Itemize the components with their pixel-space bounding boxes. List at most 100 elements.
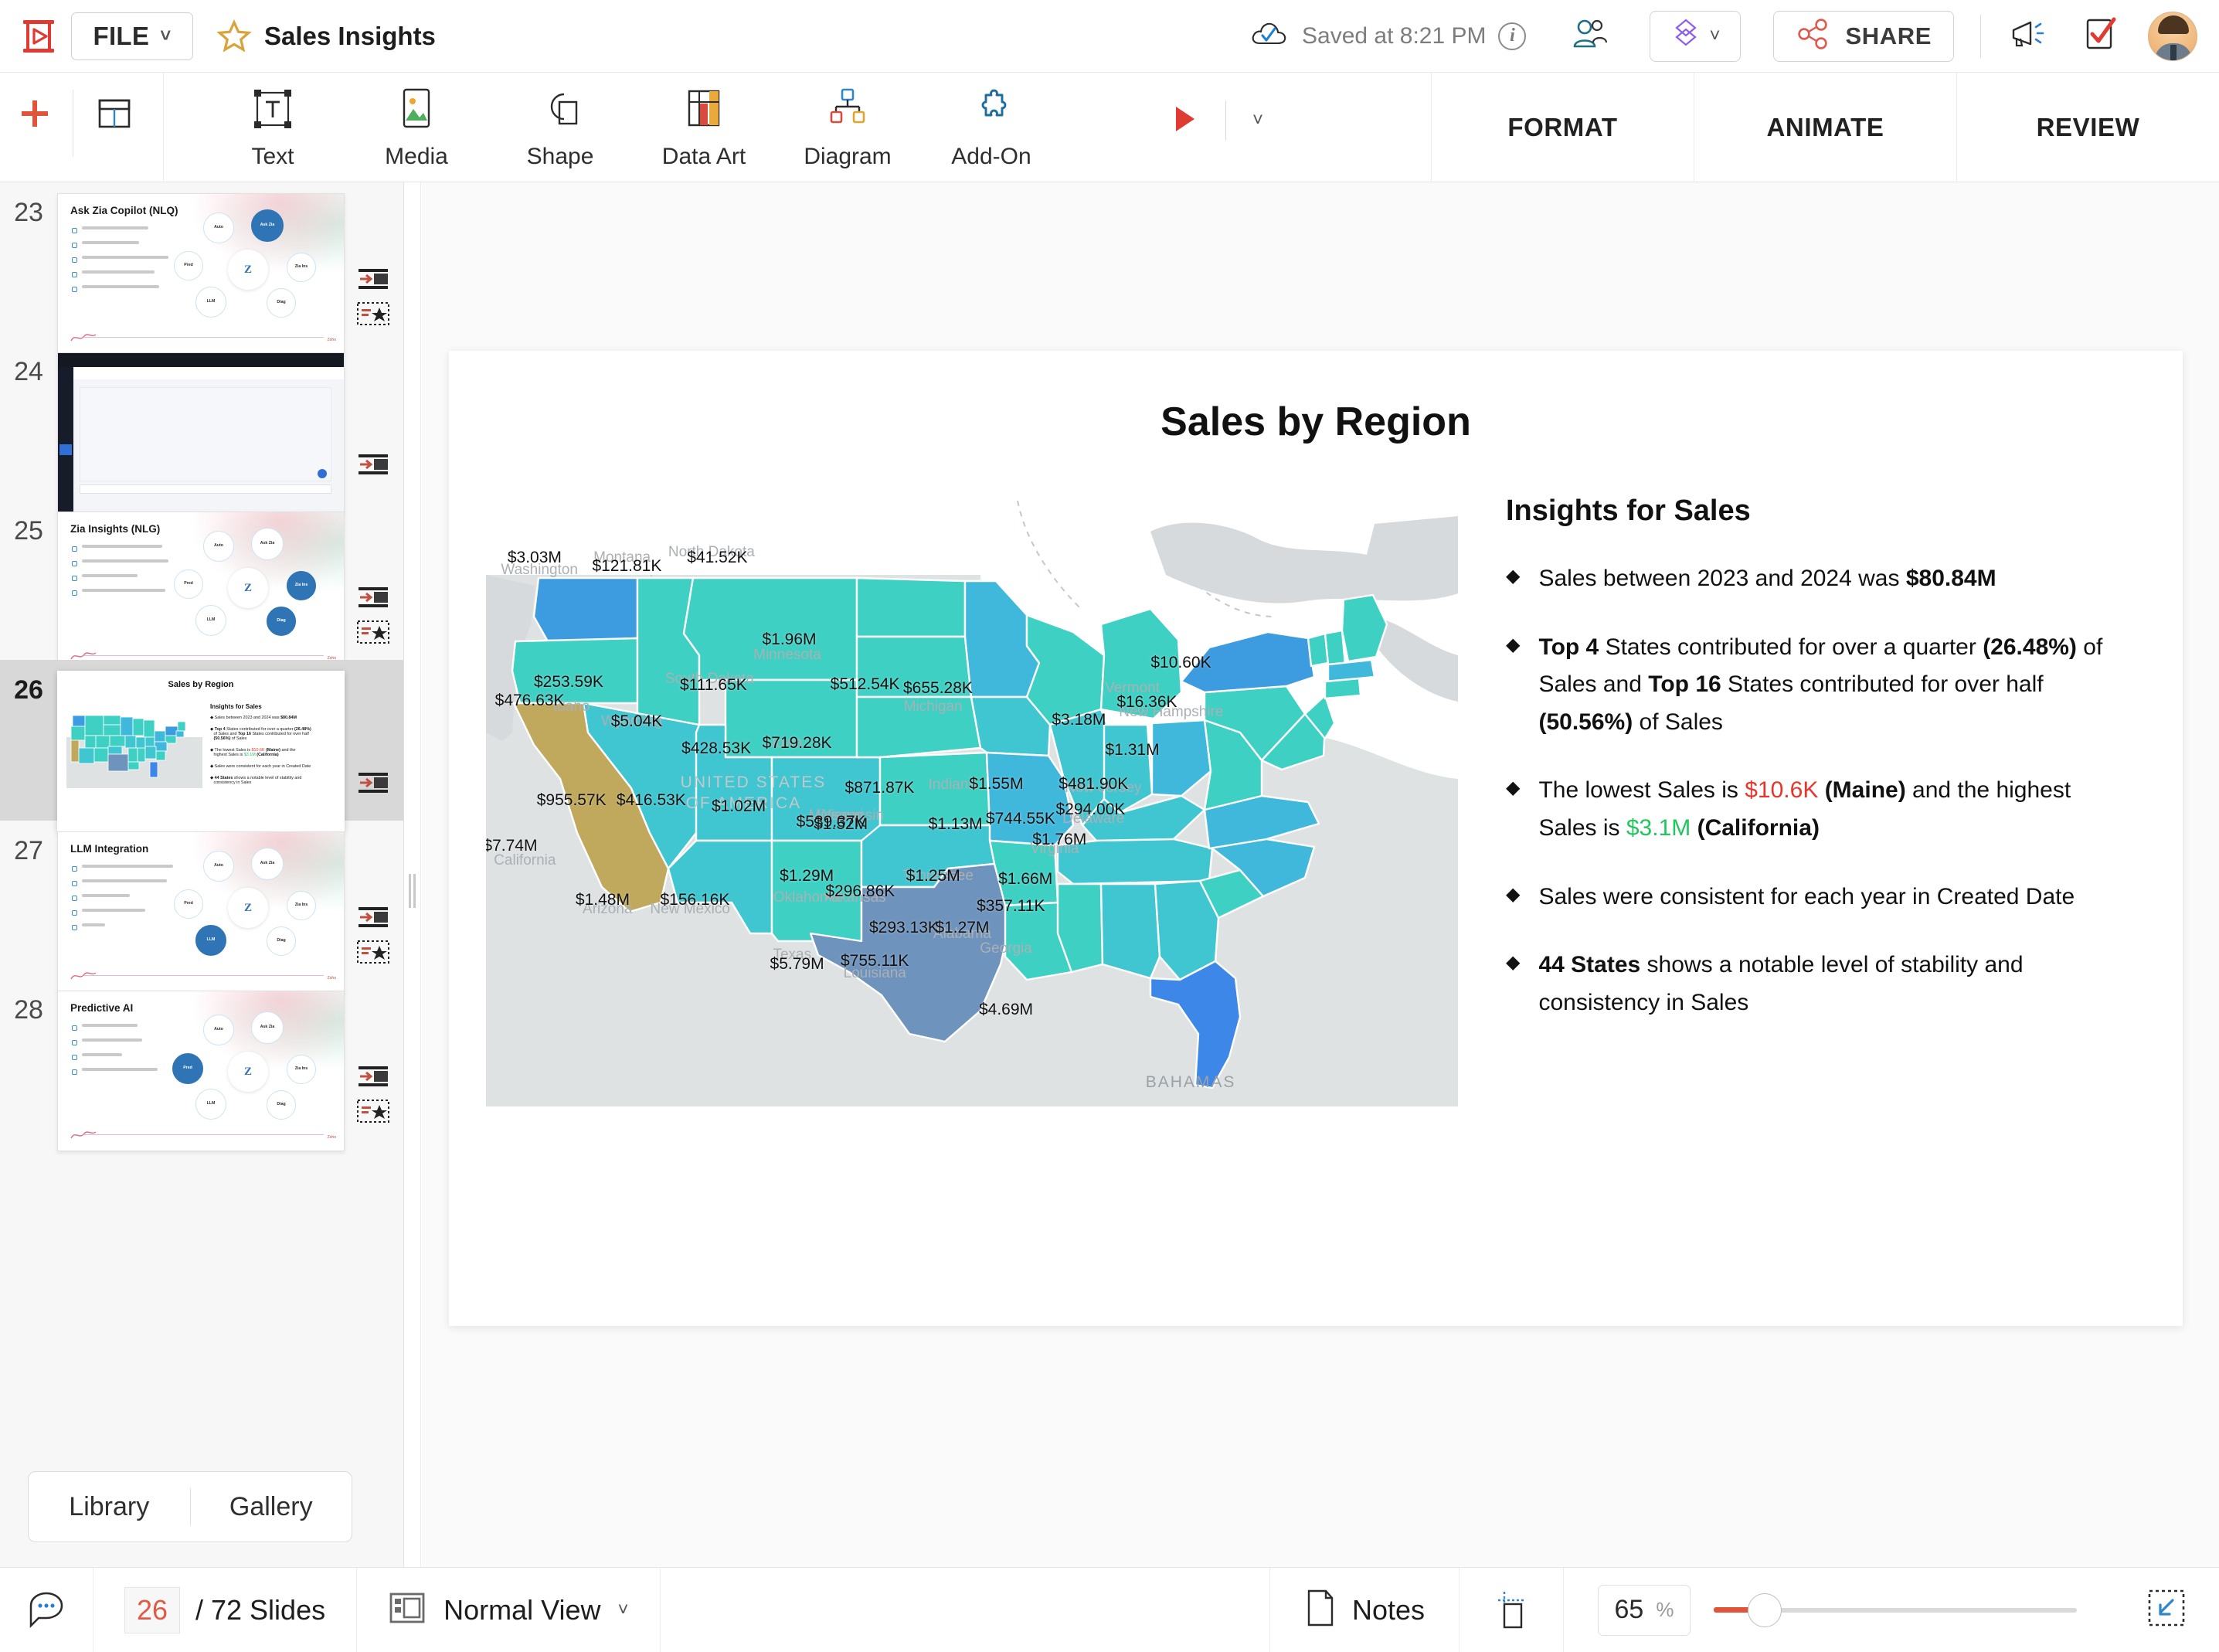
map-watermark: UNITED STATES: [681, 773, 827, 792]
slide-preview[interactable]: Ask Zia Copilot (NLQ) Z Auto Ask Zia Pre…: [57, 193, 345, 354]
insight-text: Sales between 2023 and 2024 was $80.84M: [1538, 560, 1996, 598]
document-title[interactable]: Sales Insights: [264, 22, 436, 51]
layers-button[interactable]: ˅: [1650, 11, 1741, 62]
slider-knob[interactable]: [1748, 1593, 1782, 1627]
tab-library[interactable]: Library: [29, 1492, 190, 1522]
slide-thumb-27[interactable]: 27 LLM Integration Z Auto Ask Zia Pred Z…: [0, 821, 403, 980]
splitter-grip[interactable]: [409, 874, 416, 908]
slide-badges: [345, 906, 402, 980]
slide-number: 27: [0, 831, 57, 980]
megaphone-icon[interactable]: [2007, 16, 2051, 56]
slide-animation-icon: [357, 1100, 389, 1127]
slide-thumb-25[interactable]: 25 Zia Insights (NLG) Z Auto Ask Zia Pre…: [0, 501, 403, 660]
thumb-title: Sales by Region: [59, 680, 343, 689]
thumb-title: LLM Integration: [70, 843, 148, 855]
slide-preview[interactable]: [57, 352, 345, 513]
slide-number: 23: [0, 193, 57, 342]
slide-preview[interactable]: Predictive AI Z Auto Ask Zia Pred Zia In…: [57, 991, 345, 1151]
slide-transition-icon: [357, 453, 389, 480]
zoom-control[interactable]: 65 %: [1564, 1585, 2219, 1636]
present-divider: [1225, 100, 1226, 141]
notes-label: Notes: [1352, 1594, 1425, 1627]
slide-preview[interactable]: Zia Insights (NLG) Z Auto Ask Zia Pred Z…: [57, 512, 345, 672]
tool-media[interactable]: Media: [345, 73, 488, 170]
slide-number: 26: [0, 671, 57, 821]
ribbon-divider-2: [163, 73, 164, 182]
tab-animate[interactable]: ANIMATE: [1694, 73, 1956, 182]
map-value-label: $1.48M: [576, 891, 630, 909]
fit-to-screen-icon[interactable]: [2100, 1588, 2219, 1632]
file-menu-button[interactable]: FILE ˅: [71, 12, 193, 60]
slide-thumbnail-panel[interactable]: 23 Ask Zia Copilot (NLQ) Z Auto Ask Zia …: [0, 182, 404, 1567]
save-status-group: Saved at 8:21 PM i: [1249, 18, 1526, 54]
us-sales-choropleth-map[interactable]: Washington Montana Idaho Wyoming North D…: [486, 501, 1458, 1106]
chevron-down-icon[interactable]: ˅: [618, 1601, 629, 1620]
share-button[interactable]: SHARE: [1773, 11, 1954, 62]
zoom-input[interactable]: 65 %: [1598, 1585, 1691, 1636]
header-divider: [1980, 15, 1981, 58]
tool-shape[interactable]: Shape: [488, 73, 632, 170]
zoom-slider[interactable]: [1714, 1606, 2077, 1614]
thumb-bullets: [72, 865, 173, 930]
avatar[interactable]: [2148, 12, 2197, 61]
comment-icon[interactable]: [0, 1590, 93, 1630]
panel-splitter[interactable]: [404, 182, 421, 1567]
slide-preview[interactable]: LLM Integration Z Auto Ask Zia Pred Zia …: [57, 831, 345, 992]
map-value-label: $16.36K: [1116, 693, 1177, 712]
slide-thumb-26[interactable]: 26 Sales by Region: [0, 660, 403, 821]
map-value-label: $655.28K: [903, 679, 973, 698]
insight-text: Sales were consistent for each year in C…: [1538, 879, 2075, 916]
people-icon[interactable]: [1569, 17, 1611, 55]
map-value-label: $1.96M: [762, 631, 816, 649]
play-icon[interactable]: [1171, 104, 1199, 138]
chevron-down-icon[interactable]: ˅: [1252, 111, 1263, 130]
notes-button[interactable]: Notes: [1270, 1589, 1459, 1631]
slide-badges: [345, 267, 402, 342]
slide-transition-icon: [357, 1065, 389, 1092]
insert-tools-group: Text Media: [201, 73, 1063, 170]
header-right-group: Saved at 8:21 PM i ˅: [1249, 11, 2219, 62]
map-value-label: $41.52K: [687, 549, 747, 567]
map-value-label: $481.90K: [1059, 775, 1128, 794]
insight-text: 44 States shows a notable level of stabi…: [1538, 947, 2132, 1021]
share-label: SHARE: [1845, 22, 1932, 50]
slide-thumb-28[interactable]: 28 Predictive AI Z Auto Ask Zia Pred Zia…: [0, 980, 403, 1139]
guides-icon[interactable]: [1460, 1590, 1563, 1630]
ribbon-tabs: FORMAT ANIMATE REVIEW: [1431, 73, 2219, 182]
slide-thumb-23[interactable]: 23 Ask Zia Copilot (NLQ) Z Auto Ask Zia …: [0, 182, 403, 342]
view-mode-selector[interactable]: Normal View ˅: [357, 1590, 659, 1630]
map-value-label: $296.86K: [825, 882, 895, 901]
slide-animation-icon: [357, 620, 389, 648]
app-header: FILE ˅ Sales Insights Saved at 8:21 PM i: [0, 0, 2219, 73]
tool-addon[interactable]: Add-On: [919, 73, 1063, 170]
feedback-checkmark-icon[interactable]: [2081, 15, 2120, 56]
notes-page-icon: [1304, 1589, 1337, 1631]
insight-text: Top 4 States contributed for over a quar…: [1538, 629, 2132, 742]
info-icon[interactable]: i: [1498, 22, 1526, 50]
zoho-show-logo-icon[interactable]: [14, 12, 63, 61]
image-media-icon: [394, 80, 439, 138]
slide-counter[interactable]: 26 / 72 Slides: [93, 1587, 356, 1633]
slide-thumb-24[interactable]: 24: [0, 342, 403, 501]
status-divider: [660, 1568, 661, 1652]
slide-layout-icon[interactable]: [95, 94, 134, 137]
thumb-title: Zia Insights (NLG): [70, 523, 160, 535]
slide-canvas[interactable]: Sales by Region: [422, 182, 2219, 1567]
slide-transition-icon: [357, 267, 389, 294]
tool-diagram[interactable]: Diagram: [776, 73, 919, 170]
plus-icon[interactable]: [17, 96, 53, 135]
slide-surface[interactable]: Sales by Region: [449, 351, 2183, 1326]
thumb-title: Ask Zia Copilot (NLQ): [70, 205, 178, 216]
tab-gallery[interactable]: Gallery: [191, 1492, 352, 1522]
tool-data-art[interactable]: Data Art: [632, 73, 776, 170]
slide-preview[interactable]: Sales by Region: [57, 671, 345, 831]
tab-format[interactable]: FORMAT: [1431, 73, 1694, 182]
map-value-label: $719.28K: [763, 734, 832, 753]
current-slide-input[interactable]: 26: [124, 1587, 180, 1633]
tool-text[interactable]: Text: [201, 73, 345, 170]
star-icon[interactable]: [216, 19, 252, 54]
tool-label: Media: [385, 144, 448, 170]
tab-review[interactable]: REVIEW: [1956, 73, 2219, 182]
insights-panel[interactable]: Insights for Sales ◆ Sales between 2023 …: [1506, 495, 2132, 1052]
layers-icon: [1670, 17, 1701, 55]
